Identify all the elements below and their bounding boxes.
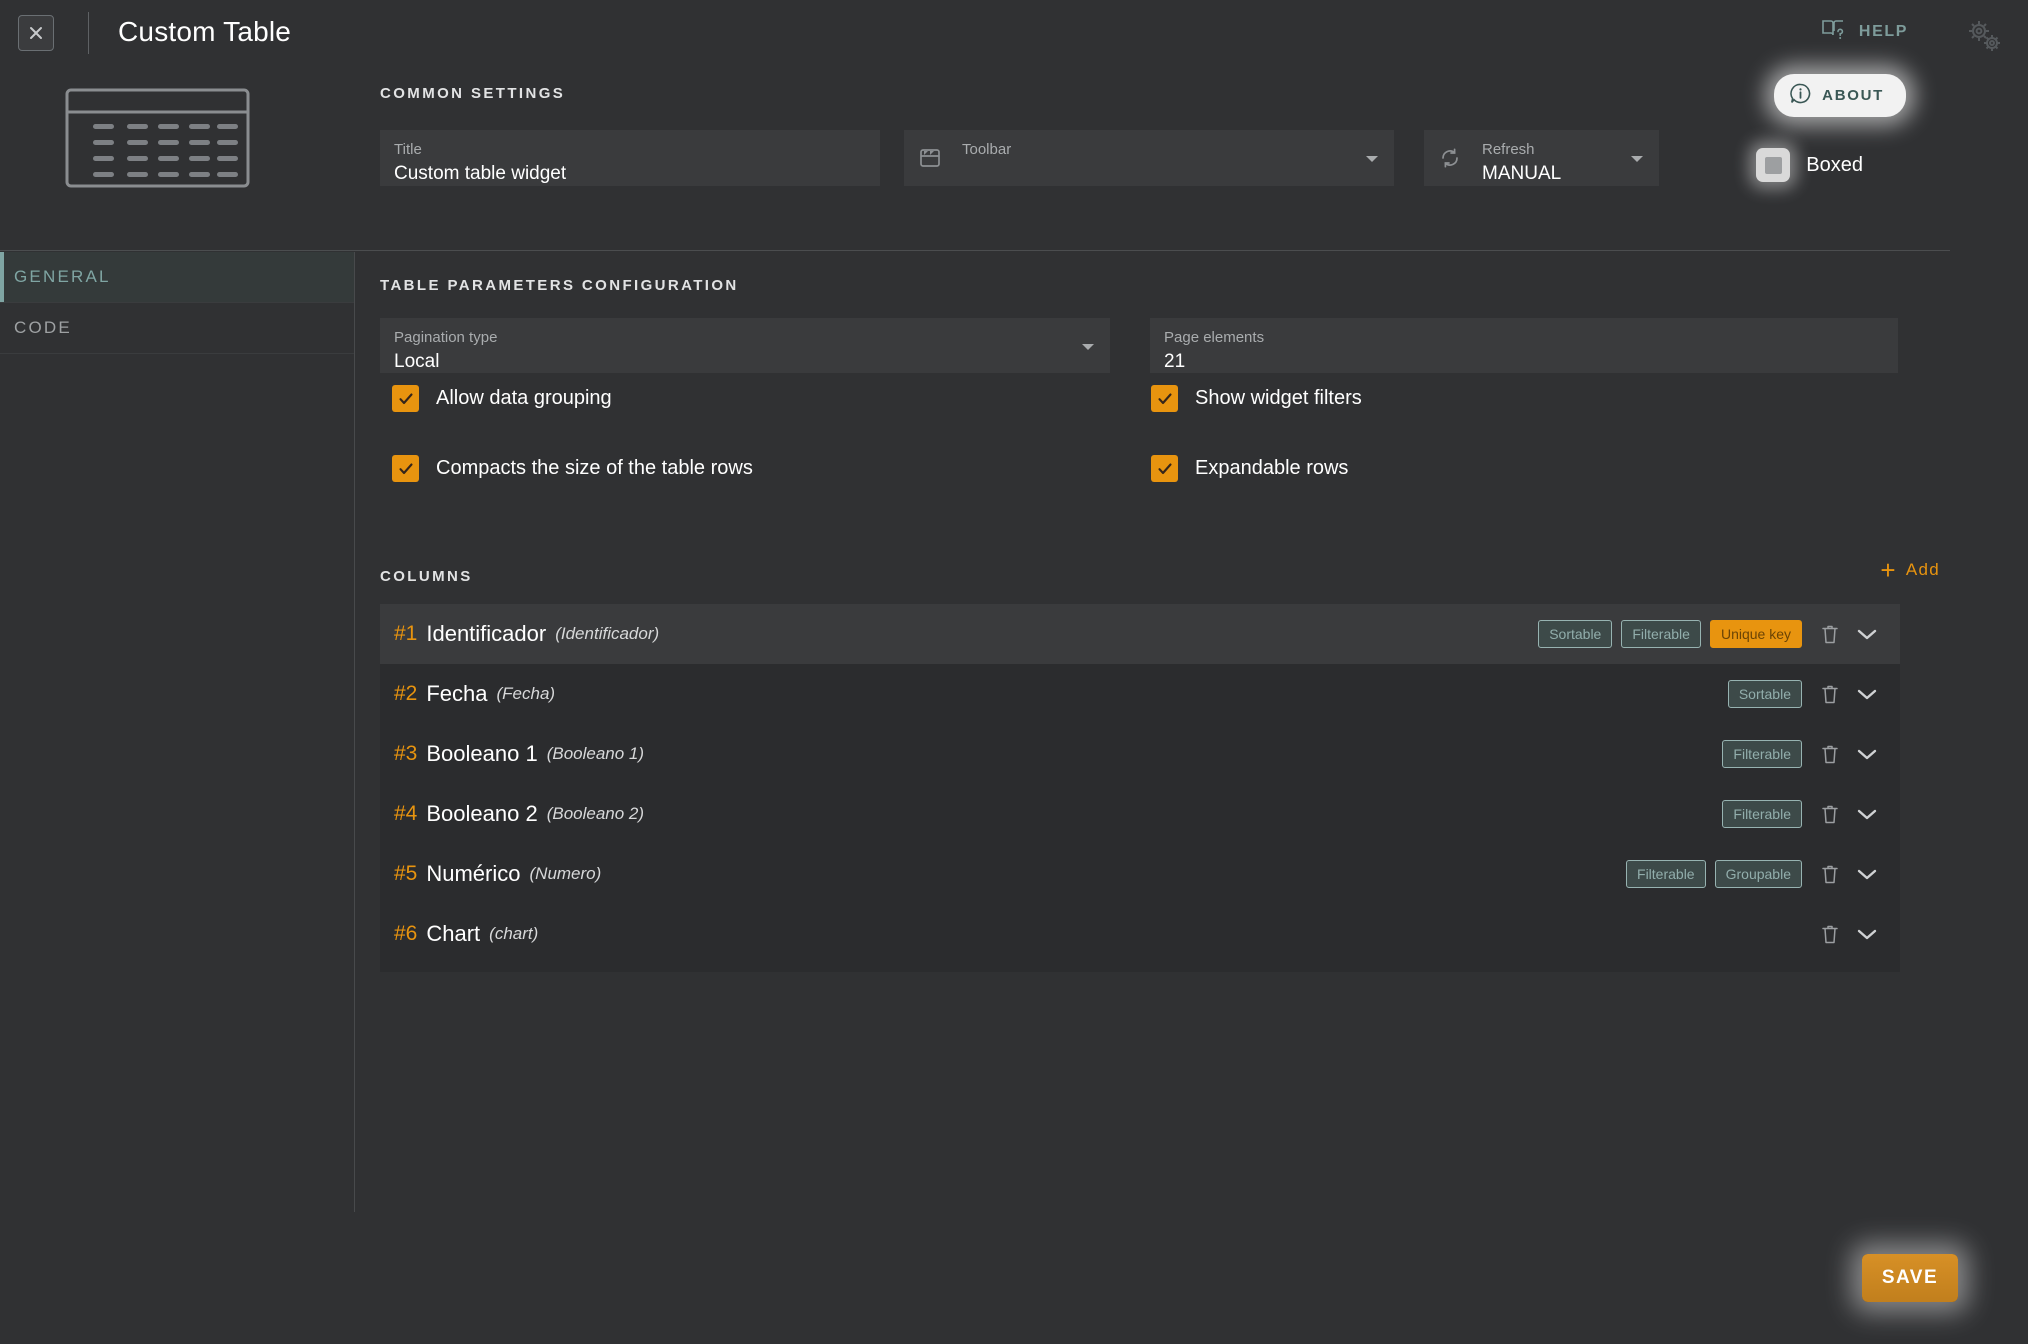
- trash-icon[interactable]: [1820, 683, 1840, 705]
- column-name: Chart: [426, 921, 481, 946]
- column-name: Fecha: [426, 681, 488, 706]
- column-row[interactable]: #3 Booleano 1 (Booleano 1) Filterable: [380, 724, 1900, 784]
- toolbar-select[interactable]: Toolbar: [904, 130, 1394, 186]
- chevron-down-icon: [1082, 343, 1094, 350]
- refresh-icon: [1438, 146, 1462, 170]
- column-row[interactable]: #1 Identificador (Identificador) Sortable Fi…: [380, 604, 1900, 664]
- column-index: #5: [394, 862, 418, 885]
- column-index: #4: [394, 802, 418, 825]
- column-name: Numérico: [426, 861, 521, 886]
- title-field-value: Custom table widget: [394, 163, 567, 184]
- chevron-down-icon[interactable]: [1856, 807, 1878, 821]
- allow-data-grouping-checkbox[interactable]: Allow data grouping: [392, 385, 612, 412]
- column-badge[interactable]: Filterable: [1722, 800, 1802, 828]
- column-index: #2: [394, 682, 418, 705]
- checkbox-label: Compacts the size of the table rows: [436, 457, 753, 479]
- refresh-select-value: MANUAL: [1482, 163, 1562, 184]
- chevron-down-icon[interactable]: [1856, 867, 1878, 881]
- column-name: Booleano 1: [426, 741, 538, 766]
- save-button-label: SAVE: [1881, 1267, 1939, 1288]
- column-index: #6: [394, 922, 418, 945]
- show-widget-filters-checkbox[interactable]: Show widget filters: [1151, 385, 1362, 412]
- title-field[interactable]: Title Custom table widget: [380, 130, 880, 186]
- column-row[interactable]: #6 Chart (chart): [380, 904, 1900, 964]
- trash-icon[interactable]: [1820, 803, 1840, 825]
- trash-icon[interactable]: [1820, 863, 1840, 885]
- column-name: Booleano 2: [426, 801, 538, 826]
- checkbox-label: Expandable rows: [1195, 457, 1349, 479]
- chevron-down-icon[interactable]: [1856, 687, 1878, 701]
- column-badge[interactable]: Unique key: [1709, 620, 1802, 648]
- page-elements-value: 21: [1164, 351, 1186, 372]
- toolbar-select-label: Toolbar: [962, 141, 1012, 158]
- columns-list: #1 Identificador (Identificador) Sortable Fi…: [380, 604, 1900, 972]
- column-key: (Identificador): [555, 624, 660, 643]
- checkbox-box: [392, 455, 419, 482]
- columns-heading: COLUMNS: [380, 568, 473, 585]
- column-badge[interactable]: Sortable: [1727, 680, 1802, 708]
- column-index: #1: [394, 622, 418, 645]
- pagination-type-value: Local: [394, 351, 440, 372]
- title-field-label: Title: [394, 141, 422, 158]
- chevron-down-icon: [1366, 156, 1378, 162]
- trash-icon[interactable]: [1820, 743, 1840, 765]
- column-badge[interactable]: Groupable: [1714, 860, 1802, 888]
- checkbox-box: [1151, 385, 1178, 412]
- main-content: COMMON SETTINGS Title Custom table widge…: [0, 0, 2028, 1344]
- column-key: (chart): [489, 924, 539, 943]
- column-key: (Booleano 2): [546, 804, 645, 823]
- common-settings-heading: COMMON SETTINGS: [380, 85, 566, 102]
- column-row[interactable]: #2 Fecha (Fecha) Sortable: [380, 664, 1900, 724]
- column-badge[interactable]: Filterable: [1621, 620, 1701, 648]
- add-column-button[interactable]: + Add: [1880, 554, 1940, 585]
- column-key: (Fecha): [496, 684, 556, 703]
- toolbar-icon: [918, 146, 942, 170]
- checkbox-box: [1151, 455, 1178, 482]
- trash-icon[interactable]: [1820, 923, 1840, 945]
- header-section-divider: [0, 250, 1950, 251]
- column-row[interactable]: #4 Booleano 2 (Booleano 2) Filterable: [380, 784, 1900, 844]
- plus-icon: +: [1880, 554, 1897, 585]
- column-key: (Numero): [529, 864, 602, 883]
- column-row[interactable]: #5 Numérico (Numero) Filterable Groupable: [380, 844, 1900, 904]
- pagination-type-label: Pagination type: [394, 329, 498, 346]
- add-column-label: Add: [1905, 560, 1940, 579]
- chevron-down-icon: [1631, 156, 1643, 162]
- checkbox-label: Allow data grouping: [436, 387, 612, 409]
- column-key: (Booleano 1): [546, 744, 645, 763]
- compacts-table-rows-checkbox[interactable]: Compacts the size of the table rows: [392, 455, 753, 482]
- column-name: Identificador: [426, 621, 547, 646]
- column-badge[interactable]: Filterable: [1722, 740, 1802, 768]
- boxed-checkbox-box: [1756, 148, 1791, 182]
- trash-icon[interactable]: [1820, 623, 1840, 645]
- chevron-down-icon[interactable]: [1856, 747, 1878, 761]
- column-badge[interactable]: Filterable: [1626, 860, 1706, 888]
- chevron-down-icon[interactable]: [1856, 927, 1878, 941]
- checkbox-label: Show widget filters: [1195, 387, 1362, 409]
- column-index: #3: [394, 742, 418, 765]
- column-badge[interactable]: Sortable: [1538, 620, 1613, 648]
- table-parameters-heading: TABLE PARAMETERS CONFIGURATION: [380, 277, 739, 294]
- refresh-select[interactable]: Refresh MANUAL: [1424, 130, 1659, 186]
- pagination-type-select[interactable]: Pagination type Local: [380, 318, 1110, 373]
- save-button[interactable]: SAVE: [1862, 1254, 1958, 1302]
- boxed-checkbox-label: Boxed: [1806, 153, 1863, 176]
- refresh-select-label: Refresh: [1482, 141, 1535, 158]
- page-elements-label: Page elements: [1164, 329, 1265, 346]
- checkbox-box: [392, 385, 419, 412]
- chevron-down-icon[interactable]: [1856, 627, 1878, 641]
- page-elements-input[interactable]: Page elements 21: [1150, 318, 1898, 373]
- boxed-checkbox[interactable]: Boxed: [1756, 148, 1863, 182]
- expandable-rows-checkbox[interactable]: Expandable rows: [1151, 455, 1348, 482]
